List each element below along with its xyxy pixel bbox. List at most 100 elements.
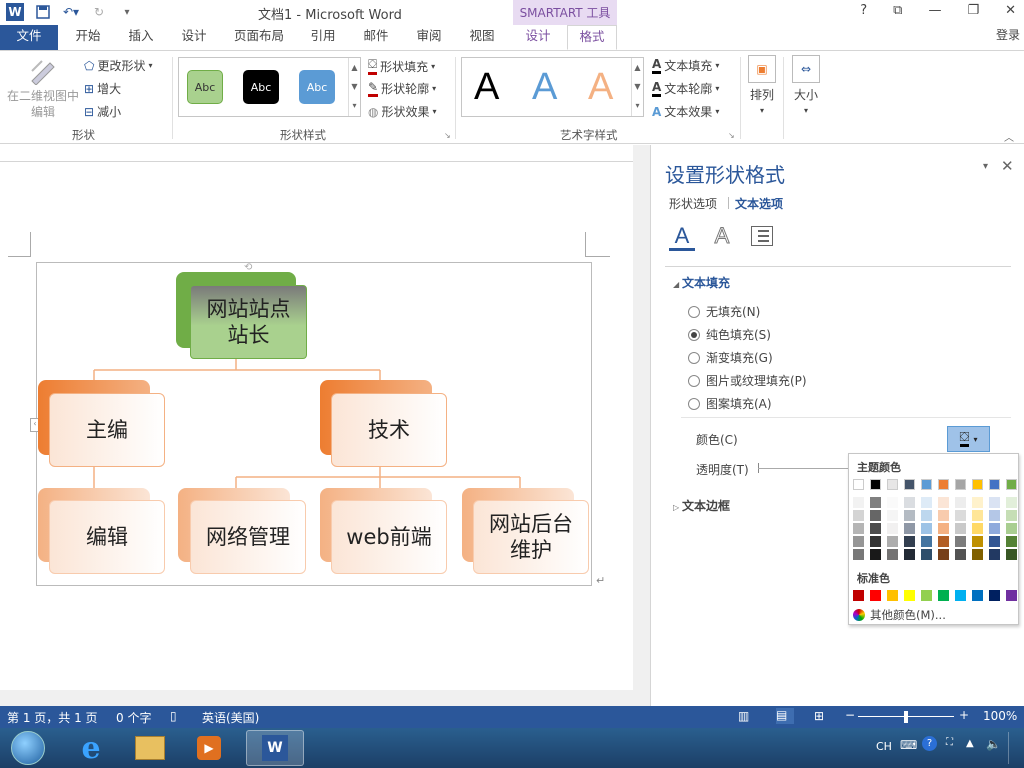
ie-icon[interactable]: e	[63, 730, 119, 766]
section-text-border[interactable]: ▷ 文本边框	[673, 497, 730, 514]
theme-color-swatch[interactable]	[887, 497, 898, 508]
theme-color-swatch[interactable]	[853, 549, 864, 560]
theme-color-swatch[interactable]	[972, 523, 983, 534]
root-node[interactable]: 网站站点 站长	[190, 285, 307, 359]
arrange-button[interactable]: ▣ 排列 ▾	[747, 55, 777, 115]
radio-no-fill[interactable]: 无填充(N)	[688, 303, 760, 320]
theme-color-swatch[interactable]	[938, 510, 949, 521]
language[interactable]: 英语(美国)	[202, 709, 259, 726]
theme-color-swatch[interactable]	[1006, 536, 1017, 547]
theme-color-swatch[interactable]	[938, 536, 949, 547]
read-mode-icon[interactable]: ▥	[738, 709, 749, 723]
text-fill-button[interactable]: A 文本填充 ▾	[652, 57, 719, 74]
web-layout-icon[interactable]: ⊞	[814, 709, 824, 723]
theme-color-swatch[interactable]	[870, 479, 881, 490]
theme-color-swatch[interactable]	[904, 536, 915, 547]
theme-color-swatch[interactable]	[853, 497, 864, 508]
word-count[interactable]: 0 个字	[116, 709, 151, 726]
theme-color-swatch[interactable]	[921, 479, 932, 490]
theme-color-swatch[interactable]	[955, 536, 966, 547]
volume-icon[interactable]: 🔈	[986, 737, 1001, 751]
theme-color-swatch[interactable]	[853, 479, 864, 490]
zoom-in-icon[interactable]: +	[959, 708, 969, 722]
zoom-level[interactable]: 100%	[983, 709, 1017, 723]
theme-color-swatch[interactable]	[989, 479, 1000, 490]
zoom-out-icon[interactable]: −	[845, 708, 855, 722]
standard-color-swatch[interactable]	[955, 590, 966, 601]
zoom-slider-thumb[interactable]	[904, 711, 908, 723]
theme-color-swatch[interactable]	[1006, 510, 1017, 521]
rotate-handle-icon[interactable]: ⟲	[244, 262, 252, 273]
dialog-launcher-icon[interactable]: ↘	[728, 131, 735, 140]
theme-color-swatch[interactable]	[955, 523, 966, 534]
close-icon[interactable]: ✕	[1005, 3, 1016, 18]
theme-color-swatch[interactable]	[955, 497, 966, 508]
theme-color-swatch[interactable]	[921, 549, 932, 560]
text-effects-button[interactable]: A 文本效果 ▾	[652, 103, 719, 120]
show-hidden-icon[interactable]: ▲	[966, 738, 974, 749]
ime-indicator[interactable]: CH	[876, 740, 892, 753]
theme-color-swatch[interactable]	[955, 479, 966, 490]
pane-close-icon[interactable]: ✕	[1001, 157, 1014, 175]
theme-color-swatch[interactable]	[904, 510, 915, 521]
transparency-slider[interactable]	[758, 468, 848, 469]
text-outline-button[interactable]: A 文本轮廓 ▾	[652, 80, 719, 97]
collapse-ribbon-icon[interactable]: ︿	[1004, 129, 1014, 144]
standard-color-swatch[interactable]	[887, 590, 898, 601]
text-effects-tab-icon[interactable]: A	[711, 223, 733, 249]
explorer-icon[interactable]	[122, 730, 178, 766]
theme-color-swatch[interactable]	[921, 536, 932, 547]
theme-color-swatch[interactable]	[870, 523, 881, 534]
theme-color-swatch[interactable]	[972, 497, 983, 508]
more-colors-button[interactable]: 其他颜色(M)...	[853, 607, 946, 623]
text-fill-outline-icon[interactable]: A	[669, 223, 695, 251]
radio-gradient-fill[interactable]: 渐变填充(G)	[688, 349, 773, 366]
theme-color-swatch[interactable]	[887, 510, 898, 521]
theme-color-swatch[interactable]	[972, 549, 983, 560]
node-network-management[interactable]: 网络管理	[190, 500, 306, 574]
keyboard-icon[interactable]: ⌨	[900, 738, 917, 752]
theme-color-swatch[interactable]	[853, 510, 864, 521]
theme-color-swatch[interactable]	[955, 510, 966, 521]
theme-color-swatch[interactable]	[1006, 523, 1017, 534]
theme-color-swatch[interactable]	[921, 523, 932, 534]
theme-color-swatch[interactable]	[955, 549, 966, 560]
theme-color-swatch[interactable]	[938, 549, 949, 560]
node-editing[interactable]: 编辑	[49, 500, 165, 574]
theme-color-swatch[interactable]	[938, 497, 949, 508]
textbox-icon[interactable]	[751, 226, 773, 246]
login-link[interactable]: 登录	[996, 26, 1020, 43]
theme-color-swatch[interactable]	[870, 549, 881, 560]
theme-color-swatch[interactable]	[870, 510, 881, 521]
standard-color-swatch[interactable]	[989, 590, 1000, 601]
show-desktop-button[interactable]	[1008, 732, 1022, 764]
theme-color-swatch[interactable]	[972, 479, 983, 490]
start-button[interactable]	[0, 730, 56, 766]
theme-color-swatch[interactable]	[887, 523, 898, 534]
standard-color-swatch[interactable]	[1006, 590, 1017, 601]
theme-color-swatch[interactable]	[870, 497, 881, 508]
radio-pattern-fill[interactable]: 图案填充(A)	[688, 395, 772, 412]
node-editor-in-chief[interactable]: 主编	[49, 393, 165, 467]
theme-color-swatch[interactable]	[989, 549, 1000, 560]
theme-color-swatch[interactable]	[989, 497, 1000, 508]
theme-color-swatch[interactable]	[887, 479, 898, 490]
theme-color-swatch[interactable]	[870, 536, 881, 547]
theme-color-swatch[interactable]	[853, 536, 864, 547]
standard-color-swatch[interactable]	[904, 590, 915, 601]
help-tray-icon[interactable]: ?	[922, 736, 937, 751]
word-taskbar-icon[interactable]: W	[246, 730, 304, 766]
standard-color-swatch[interactable]	[921, 590, 932, 601]
color-picker-button[interactable]: ⛋ ▾	[947, 426, 990, 452]
node-backend-maintenance[interactable]: 网站后台 维护	[473, 500, 589, 574]
help-icon[interactable]: ?	[860, 3, 867, 18]
theme-color-swatch[interactable]	[904, 549, 915, 560]
theme-color-swatch[interactable]	[853, 523, 864, 534]
node-web-frontend[interactable]: web前端	[331, 500, 447, 574]
theme-color-swatch[interactable]	[972, 536, 983, 547]
radio-picture-fill[interactable]: 图片或纹理填充(P)	[688, 372, 807, 389]
print-layout-icon[interactable]: ▤	[776, 708, 794, 724]
tab-shape-options[interactable]: 形状选项	[669, 195, 717, 212]
pane-options-icon[interactable]: ▾	[983, 161, 988, 172]
theme-color-swatch[interactable]	[887, 536, 898, 547]
